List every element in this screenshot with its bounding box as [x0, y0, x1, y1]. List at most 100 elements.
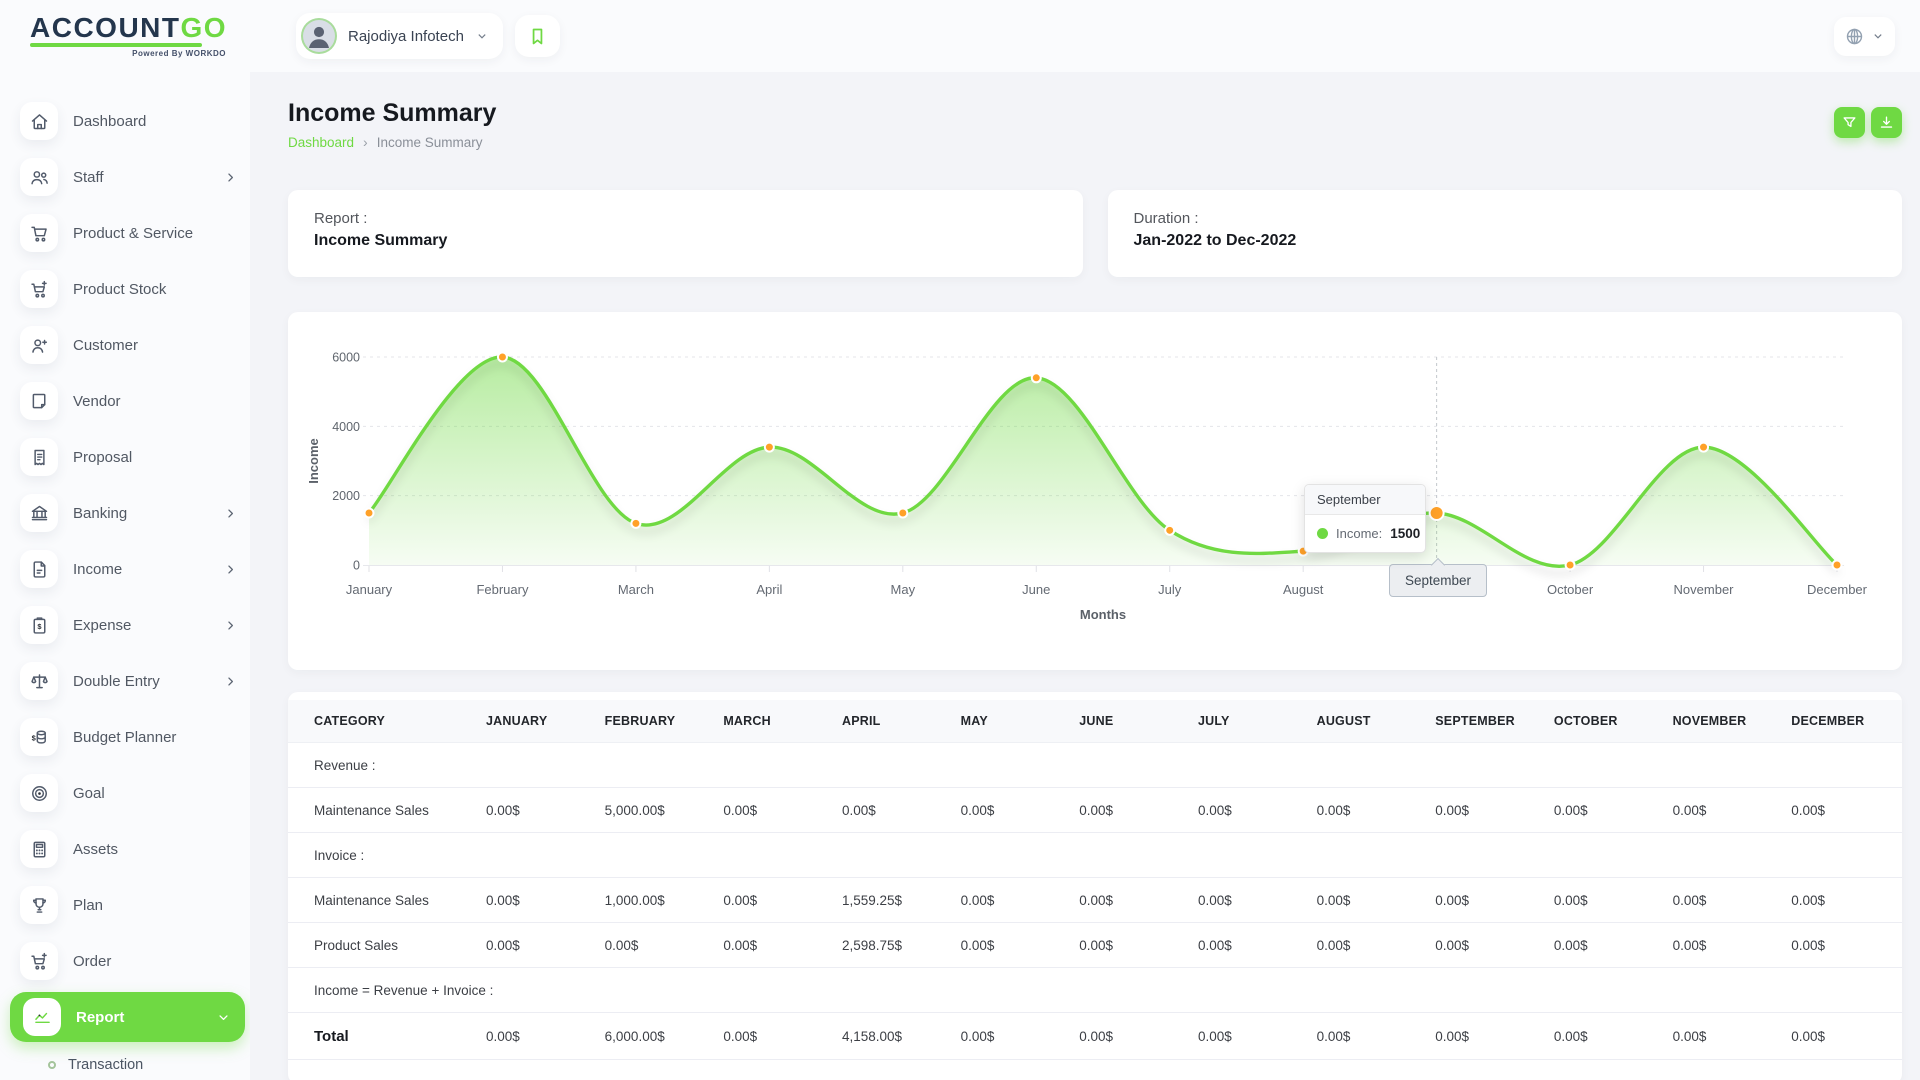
breadcrumb-link-dashboard[interactable]: Dashboard	[288, 135, 354, 150]
series-marker-icon	[1317, 528, 1328, 539]
sidebar-item-label: Assets	[73, 841, 118, 858]
coins-icon: $	[29, 727, 50, 748]
row-value: 0.00$	[1309, 923, 1428, 968]
chevron-down-icon	[216, 1010, 231, 1025]
row-value: 0.00$	[1427, 923, 1546, 968]
data-point-marker	[1833, 561, 1842, 570]
row-value: 0.00$	[1190, 923, 1309, 968]
receipt-icon	[29, 447, 50, 468]
sidebar-item-proposal[interactable]: Proposal	[0, 429, 250, 485]
data-point-marker	[1430, 506, 1444, 520]
calculator-icon	[29, 839, 50, 860]
data-point-marker	[1032, 373, 1041, 382]
sidebar-subitem-transaction[interactable]: Transaction	[0, 1045, 250, 1080]
table-body: Revenue :Maintenance Sales0.00$5,000.00$…	[288, 743, 1902, 1060]
sidebar: Dashboard Staff Product & Service Produc…	[0, 72, 250, 1080]
row-value: 4,158.00$	[834, 1013, 953, 1060]
sidebar-item-dashboard[interactable]: Dashboard	[0, 93, 250, 149]
bank-icon	[29, 503, 50, 524]
sidebar-item-double-entry[interactable]: Double Entry	[0, 653, 250, 709]
row-value: 0.00$	[1665, 1013, 1784, 1060]
duration-card-label: Duration :	[1134, 210, 1877, 227]
row-value: 0.00$	[1546, 1013, 1665, 1060]
sidebar-item-banking[interactable]: Banking	[0, 485, 250, 541]
sidebar-item-expense[interactable]: $ Expense	[0, 597, 250, 653]
svg-text:October: October	[1547, 582, 1594, 597]
sidebar-item-order[interactable]: Order	[0, 933, 250, 989]
column-header: APRIL	[834, 700, 953, 743]
sidebar-item-product-service[interactable]: Product & Service	[0, 205, 250, 261]
order-cart-icon	[29, 951, 50, 972]
logo-underline	[30, 43, 202, 47]
sidebar-item-icon-box	[20, 102, 58, 140]
duration-card-value: Jan-2022 to Dec-2022	[1134, 232, 1877, 250]
sidebar-item-label: Product Stock	[73, 281, 166, 298]
download-button[interactable]	[1871, 107, 1902, 138]
table-row: Maintenance Sales0.00$5,000.00$0.00$0.00…	[288, 788, 1902, 833]
section-label: Revenue :	[288, 743, 1902, 788]
row-value: 0.00$	[1190, 878, 1309, 923]
svg-text:December: December	[1807, 582, 1868, 597]
sidebar-item-vendor[interactable]: Vendor	[0, 373, 250, 429]
data-point-marker	[631, 519, 640, 528]
breadcrumb-separator-icon: ›	[363, 134, 368, 150]
row-value: 0.00$	[1783, 878, 1902, 923]
section-label: Income = Revenue + Invoice :	[288, 968, 1902, 1013]
svg-text:Income: Income	[306, 438, 321, 484]
filter-button[interactable]	[1834, 107, 1865, 138]
user-plus-icon	[29, 335, 50, 356]
tooltip-value: 1500	[1390, 526, 1420, 541]
row-value: 0.00$	[1071, 788, 1190, 833]
home-icon	[29, 111, 50, 132]
tooltip-title: September	[1305, 485, 1425, 515]
sidebar-item-icon-box: $	[20, 606, 58, 644]
svg-text:March: March	[618, 582, 654, 597]
sidebar-item-budget-planner[interactable]: $ Budget Planner	[0, 709, 250, 765]
income-summary-table: CATEGORYJANUARYFEBRUARYMARCHAPRILMAYJUNE…	[288, 700, 1902, 1060]
income-area-chart: 0200040006000JanuaryFebruaryMarchAprilMa…	[288, 312, 1902, 670]
sidebar-item-income[interactable]: Income	[0, 541, 250, 597]
globe-icon	[1844, 26, 1865, 47]
language-selector[interactable]	[1834, 17, 1895, 56]
section-label: Invoice :	[288, 833, 1902, 878]
table-row: Maintenance Sales0.00$1,000.00$0.00$1,55…	[288, 878, 1902, 923]
sidebar-item-report[interactable]: Report	[10, 992, 245, 1042]
sidebar-item-product-stock[interactable]: Product Stock	[0, 261, 250, 317]
table-header-row: CATEGORYJANUARYFEBRUARYMARCHAPRILMAYJUNE…	[288, 700, 1902, 743]
table-row: Total0.00$6,000.00$0.00$4,158.00$0.00$0.…	[288, 1013, 1902, 1060]
row-value: 0.00$	[1071, 878, 1190, 923]
svg-text:January: January	[346, 582, 393, 597]
chevron-down-icon	[475, 29, 489, 43]
svg-text:April: April	[756, 582, 782, 597]
sidebar-item-customer[interactable]: Customer	[0, 317, 250, 373]
download-icon	[1878, 114, 1895, 131]
svg-text:2000: 2000	[332, 489, 360, 503]
income-chart: 0200040006000JanuaryFebruaryMarchAprilMa…	[288, 312, 1902, 670]
target-icon	[29, 783, 50, 804]
row-value: 0.00$	[1546, 788, 1665, 833]
sidebar-item-staff[interactable]: Staff	[0, 149, 250, 205]
bookmark-button[interactable]	[515, 15, 560, 57]
sidebar-item-icon-box	[20, 382, 58, 420]
app-logo[interactable]: ACCOUNTGO Powered By WORKDO	[30, 14, 226, 58]
file-invoice-icon	[29, 559, 50, 580]
sidebar-item-goal[interactable]: Goal	[0, 765, 250, 821]
row-value: 0.00$	[1783, 1013, 1902, 1060]
svg-text:$: $	[37, 622, 42, 631]
row-value: 0.00$	[1190, 1013, 1309, 1060]
bookmark-icon	[527, 26, 548, 47]
sidebar-item-assets[interactable]: Assets	[0, 821, 250, 877]
app-root: ACCOUNTGO Powered By WORKDO Rajodiya Inf…	[0, 0, 1920, 1080]
sidebar-item-icon-box: $	[20, 718, 58, 756]
column-header: MAY	[953, 700, 1072, 743]
tooltip-series-label: Income:	[1336, 526, 1382, 541]
note-icon	[29, 391, 50, 412]
row-value: 0.00$	[953, 788, 1072, 833]
company-selector[interactable]: Rajodiya Infotech	[296, 13, 503, 59]
sidebar-item-plan[interactable]: Plan	[0, 877, 250, 933]
sidebar-item-icon-box	[20, 326, 58, 364]
row-value: 0.00$	[1665, 788, 1784, 833]
svg-text:June: June	[1022, 582, 1050, 597]
row-value: 0.00$	[1309, 878, 1428, 923]
table-section-row: Invoice :	[288, 833, 1902, 878]
